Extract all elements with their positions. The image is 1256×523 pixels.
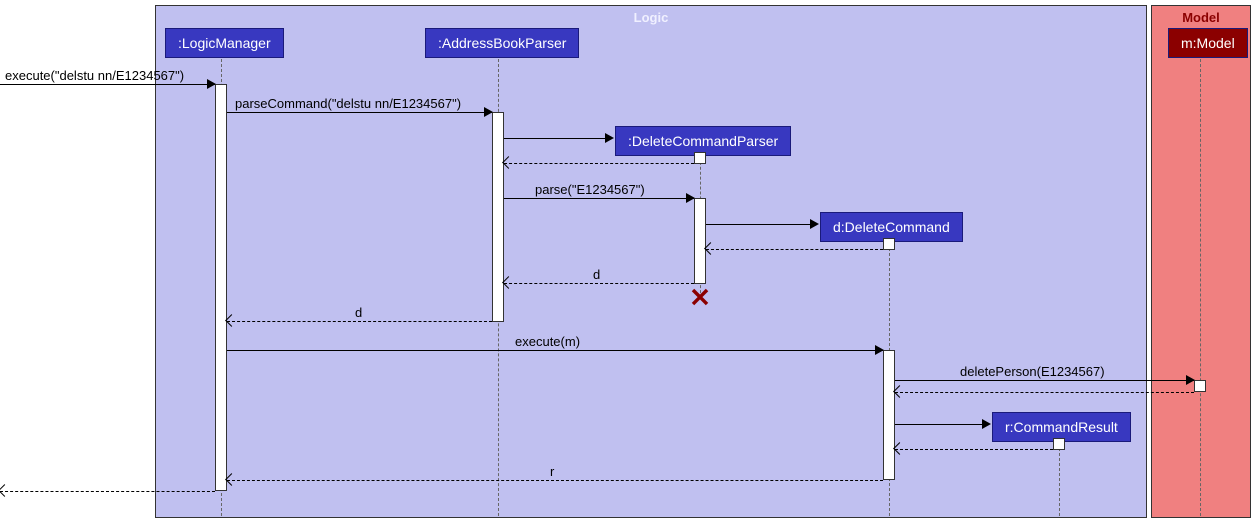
arrow-m7 — [895, 380, 1194, 381]
arrow-return-dcp-create — [504, 163, 694, 164]
arrowhead-m2 — [484, 107, 493, 117]
participant-model: m:Model — [1168, 28, 1248, 58]
participant-addressbookparser: :AddressBookParser — [425, 28, 579, 58]
label-m1: execute("delstu nn/E1234567") — [5, 68, 184, 83]
arrowhead-m1 — [207, 79, 216, 89]
arrow-return-cr — [895, 449, 1053, 450]
model-box-title: Model — [1182, 10, 1220, 25]
label-m6: execute(m) — [515, 334, 580, 349]
arrow-m8 — [227, 480, 883, 481]
arrow-m5 — [227, 321, 492, 322]
arrow-create-dc — [706, 224, 816, 225]
arrowhead-create-dc — [810, 219, 819, 229]
arrowhead-create-cr — [982, 419, 991, 429]
arrowhead-final-return — [0, 484, 11, 497]
label-m2: parseCommand("delstu nn/E1234567") — [235, 96, 461, 111]
arrow-m4 — [504, 283, 694, 284]
arrow-create-cr — [895, 424, 989, 425]
activation-cr — [1053, 438, 1065, 450]
arrowhead-m7 — [1186, 375, 1195, 385]
activation-logicmanager — [215, 84, 227, 491]
arrow-return-dc-create — [706, 249, 883, 250]
destroy-icon: ✕ — [689, 283, 711, 314]
arrow-m6 — [227, 350, 883, 351]
model-box: Model — [1151, 5, 1251, 518]
label-m3: parse("E1234567") — [535, 182, 645, 197]
activation-abparser — [492, 112, 504, 322]
arrow-m1 — [0, 84, 215, 85]
label-m4: d — [593, 267, 600, 282]
activation-dc-2 — [883, 350, 895, 480]
activation-dcp-2 — [694, 198, 706, 284]
label-m5: d — [355, 305, 362, 320]
activation-dc-1 — [883, 238, 895, 250]
arrow-return-m7 — [895, 392, 1194, 393]
participant-logicmanager: :LogicManager — [165, 28, 284, 58]
arrowhead-create-dcp — [605, 133, 614, 143]
label-m7: deletePerson(E1234567) — [960, 364, 1105, 379]
label-m8: r — [550, 464, 554, 479]
arrow-m2 — [227, 112, 492, 113]
activation-model — [1194, 380, 1206, 392]
arrow-create-dcp — [504, 138, 612, 139]
arrowhead-m6 — [875, 345, 884, 355]
activation-dcp-1 — [694, 152, 706, 164]
logic-box-title: Logic — [634, 10, 669, 25]
arrow-m3 — [504, 198, 694, 199]
lifeline-model — [1200, 54, 1201, 516]
arrow-final-return — [0, 491, 215, 492]
arrowhead-m3 — [686, 193, 695, 203]
